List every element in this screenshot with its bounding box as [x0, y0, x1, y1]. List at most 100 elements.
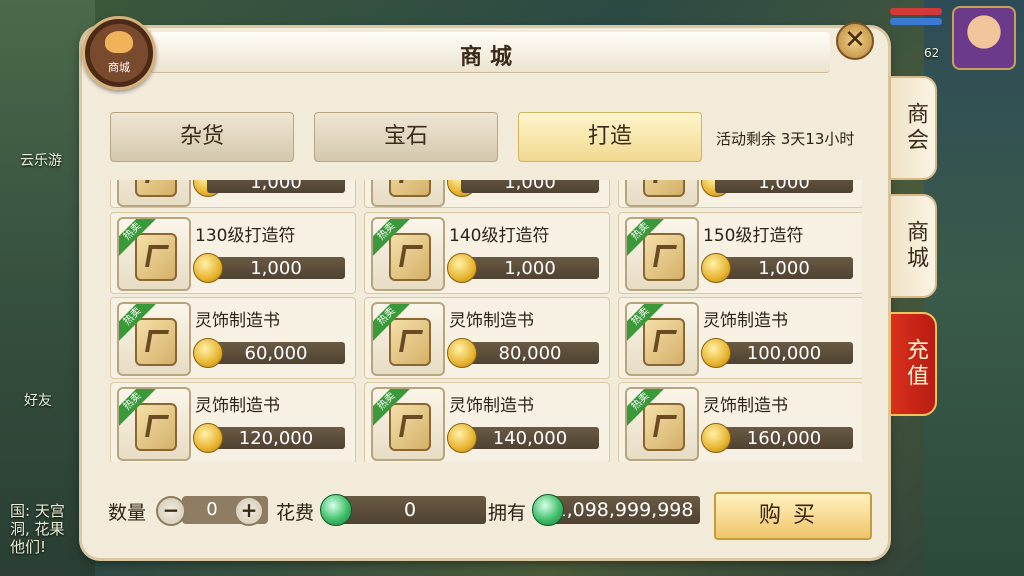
- item-card-partial[interactable]: 1,000: [364, 180, 610, 208]
- item-name: 灵饰制造书: [195, 311, 280, 331]
- side-tab-shop[interactable]: 商城: [889, 194, 937, 298]
- price-bar: 1,000: [207, 180, 345, 193]
- item-name: 130级打造符: [195, 226, 296, 246]
- event-timer: 活动剩余 3天13小时: [716, 130, 855, 148]
- coin-icon: [193, 253, 223, 283]
- item-name: 灵饰制造书: [449, 396, 534, 416]
- side-tab-recharge[interactable]: 充值: [889, 312, 937, 416]
- jade-coin-icon: [532, 494, 564, 526]
- purchase-bar: 数量 − 0 + 花费 0 拥有 1,098,999,998 购买: [102, 490, 872, 540]
- close-button[interactable]: ✕: [836, 22, 874, 60]
- item-card[interactable]: 热卖 130级打造符 1,000: [110, 212, 356, 294]
- friends-button[interactable]: 好友: [24, 390, 52, 410]
- item-price: 80,000: [498, 343, 562, 364]
- scroll-icon: [625, 180, 699, 207]
- price-bar: 1,000: [715, 257, 853, 279]
- tab-crafting[interactable]: 打造: [518, 112, 702, 162]
- item-card-partial[interactable]: 1,000: [618, 180, 862, 208]
- item-price: 100,000: [746, 343, 822, 364]
- title-bar: 商城: [150, 32, 830, 72]
- plus-button[interactable]: +: [234, 496, 264, 526]
- item-card[interactable]: 热卖 灵饰制造书 100,000: [618, 297, 862, 379]
- shop-badge: 商城: [82, 16, 156, 90]
- scroll-icon: 热卖: [625, 302, 699, 376]
- scroll-icon: 热卖: [117, 217, 191, 291]
- money-bag-icon: [105, 31, 133, 53]
- coin-icon: [701, 253, 731, 283]
- jade-coin-icon: [320, 494, 352, 526]
- quantity-value: 0: [206, 499, 218, 520]
- page-title: 商城: [459, 45, 520, 70]
- price-bar: 100,000: [715, 342, 853, 364]
- item-card[interactable]: 热卖 150级打造符 1,000: [618, 212, 862, 294]
- item-name: 灵饰制造书: [195, 396, 280, 416]
- game-scene-left: [0, 0, 95, 576]
- price-bar: 120,000: [207, 427, 345, 449]
- player-level: 62: [924, 46, 940, 60]
- coin-icon: [447, 253, 477, 283]
- scroll-icon: 热卖: [625, 217, 699, 291]
- price-bar: 1,000: [461, 257, 599, 279]
- coin-icon: [701, 423, 731, 453]
- item-card[interactable]: 热卖 灵饰制造书 160,000: [618, 382, 862, 462]
- price-bar: 60,000: [207, 342, 345, 364]
- side-tab-guild[interactable]: 商会: [889, 76, 937, 180]
- item-price: 1,000: [504, 258, 556, 279]
- mp-bar: [890, 18, 942, 25]
- item-name: 灵饰制造书: [703, 396, 788, 416]
- item-card[interactable]: 热卖 灵饰制造书 120,000: [110, 382, 356, 462]
- cost-label: 花费: [276, 502, 315, 524]
- item-card[interactable]: 热卖 140级打造符 1,000: [364, 212, 610, 294]
- quantity-label: 数量: [108, 502, 147, 524]
- chat-line: 他们!: [10, 538, 47, 556]
- scroll-icon: [117, 180, 191, 207]
- tab-gems[interactable]: 宝石: [314, 112, 498, 162]
- buy-button[interactable]: 购买: [714, 492, 872, 540]
- item-name: 140级打造符: [449, 226, 550, 246]
- item-card[interactable]: 热卖 灵饰制造书 140,000: [364, 382, 610, 462]
- item-price: 1,000: [250, 180, 302, 193]
- coin-icon: [193, 338, 223, 368]
- item-price: 120,000: [238, 428, 314, 449]
- scroll-icon: 热卖: [117, 302, 191, 376]
- item-card-partial[interactable]: 1,000: [110, 180, 356, 208]
- cost-value: 0: [334, 496, 486, 524]
- item-card[interactable]: 热卖 灵饰制造书 60,000: [110, 297, 356, 379]
- owned-label: 拥有: [488, 502, 527, 524]
- game-scene-right: [924, 0, 1024, 576]
- item-name: 灵饰制造书: [449, 311, 534, 331]
- owned-value: 1,098,999,998: [548, 496, 700, 524]
- coin-icon: [193, 423, 223, 453]
- item-price: 160,000: [746, 428, 822, 449]
- scroll-icon: 热卖: [117, 387, 191, 461]
- scroll-icon: [371, 180, 445, 207]
- item-price: 1,000: [758, 258, 810, 279]
- tab-misc[interactable]: 杂货: [110, 112, 294, 162]
- scroll-icon: 热卖: [625, 387, 699, 461]
- coin-icon: [701, 338, 731, 368]
- item-price: 60,000: [244, 343, 308, 364]
- price-bar: 1,000: [207, 257, 345, 279]
- item-price: 140,000: [492, 428, 568, 449]
- item-price: 1,000: [250, 258, 302, 279]
- shop-badge-label: 商城: [108, 61, 130, 74]
- coin-icon: [447, 338, 477, 368]
- price-bar: 1,000: [461, 180, 599, 193]
- hp-bar: [890, 8, 942, 15]
- scroll-icon: 热卖: [371, 217, 445, 291]
- price-bar: 1,000: [715, 180, 853, 193]
- scroll-icon: 热卖: [371, 387, 445, 461]
- price-bar: 160,000: [715, 427, 853, 449]
- minus-button[interactable]: −: [156, 496, 186, 526]
- shop-panel: 商城 商城 ✕ 杂货 宝石 打造 活动剩余 3天13小时 1,000 1,000…: [82, 16, 888, 558]
- scroll-icon: 热卖: [371, 302, 445, 376]
- item-card[interactable]: 热卖 灵饰制造书 80,000: [364, 297, 610, 379]
- scene-label-yunleyou: 云乐游: [20, 153, 62, 169]
- item-price: 1,000: [758, 180, 810, 193]
- player-avatar[interactable]: [952, 6, 1016, 70]
- coin-icon: [447, 423, 477, 453]
- item-price: 1,000: [504, 180, 556, 193]
- item-grid[interactable]: 1,000 1,000 1,000 热卖 130级打造符 1,000 热卖 14…: [110, 180, 862, 462]
- item-name: 150级打造符: [703, 226, 804, 246]
- item-name: 灵饰制造书: [703, 311, 788, 331]
